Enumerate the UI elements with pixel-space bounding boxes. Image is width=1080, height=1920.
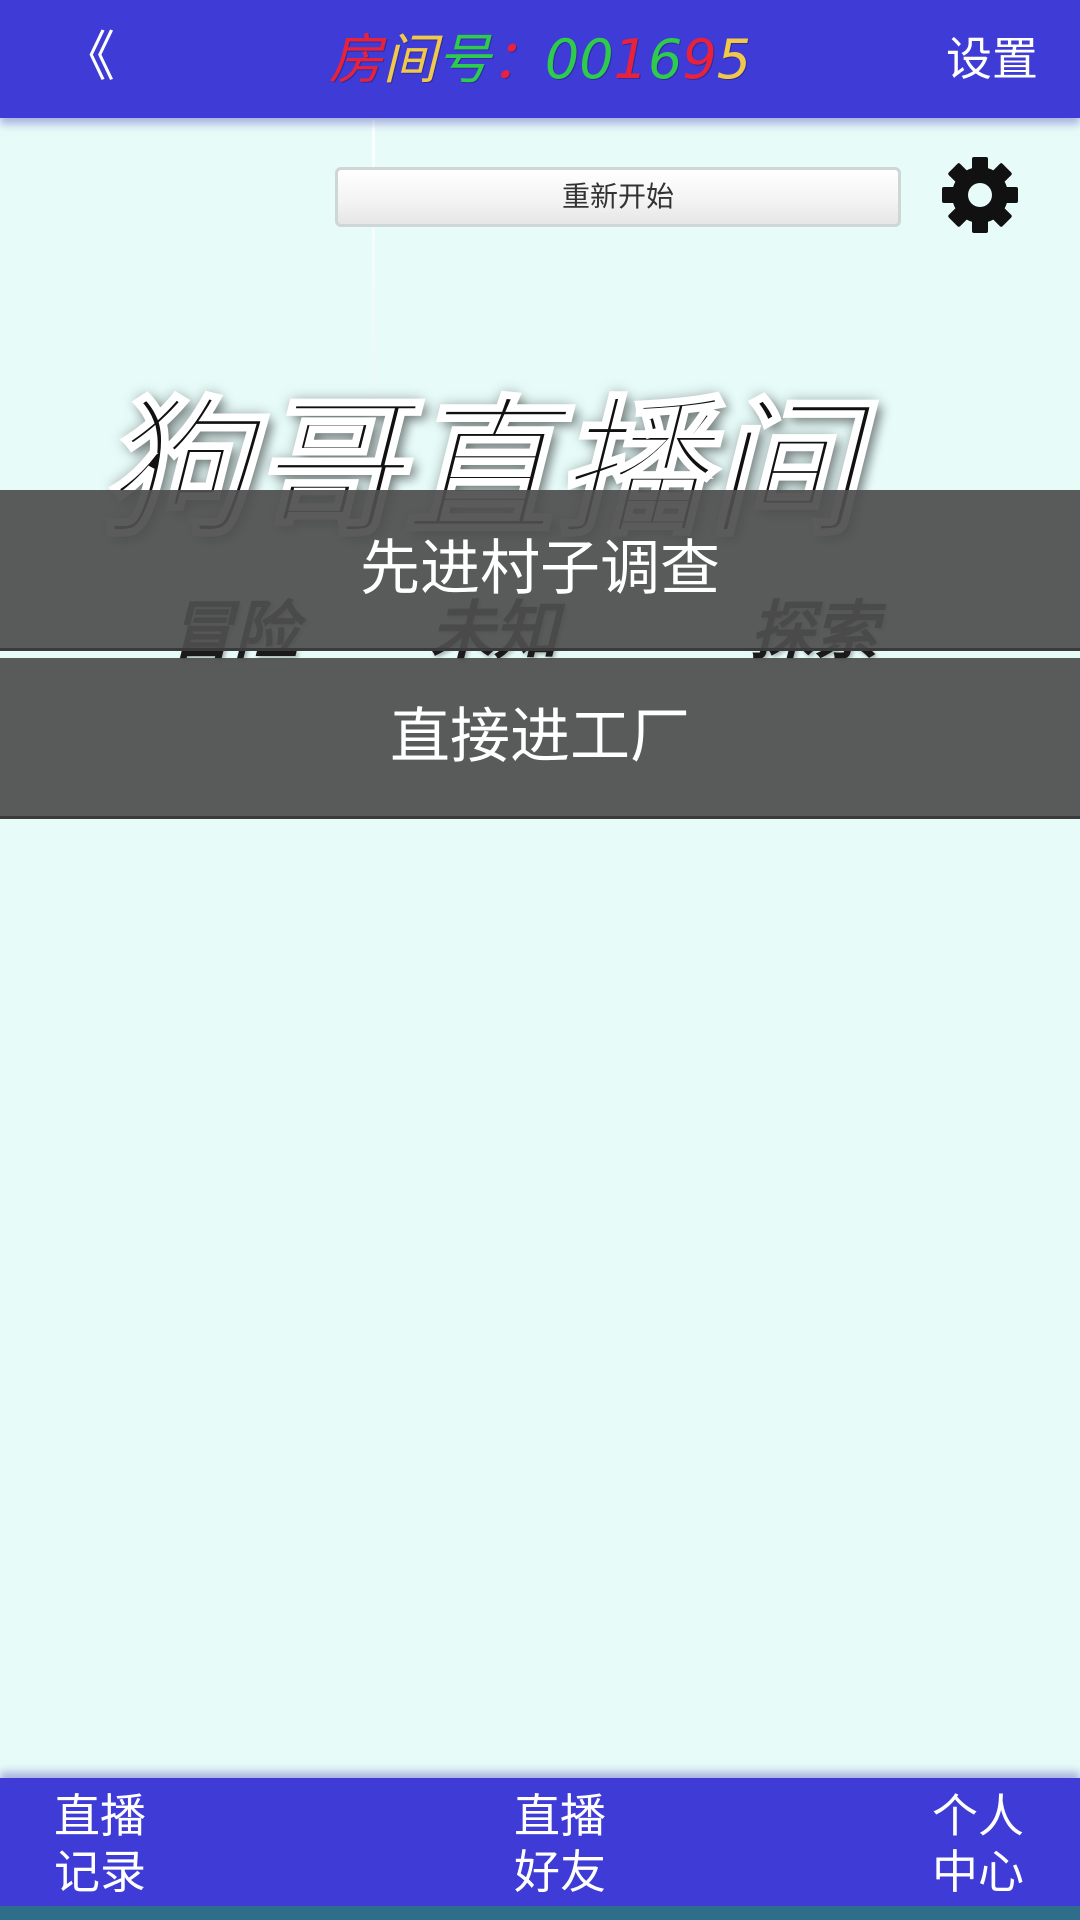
gear-icon[interactable] — [940, 152, 1020, 238]
restart-button[interactable]: 重新开始 — [335, 167, 901, 227]
nav-personal-center[interactable]: 个人 中心 — [918, 1788, 1038, 1900]
room-title-char: 号 — [436, 28, 491, 91]
room-number-title: 房间号：001695 — [320, 24, 760, 96]
bottom-nav: 直播 记录 直播 好友 个人 中心 — [0, 1778, 1080, 1906]
choice-investigate-village-button[interactable]: 先进村子调查 — [0, 490, 1080, 651]
top-bar: 《 房间号：001695 设置 — [0, 0, 1080, 118]
nav-label: 个人 — [932, 1789, 1024, 1843]
room-title-char: 间 — [382, 28, 437, 91]
nav-label: 直播 — [514, 1789, 606, 1843]
settings-button[interactable]: 设置 — [946, 26, 1038, 92]
choice-enter-factory-button[interactable]: 直接进工厂 — [0, 658, 1080, 819]
nav-label: 直播 — [54, 1789, 146, 1843]
room-title-char: 1 — [613, 28, 648, 91]
room-title-char: 0 — [544, 28, 580, 91]
room-title-char: 5 — [716, 28, 752, 91]
nav-label: 中心 — [932, 1845, 1024, 1899]
room-title-char: 6 — [648, 28, 683, 91]
nav-live-records[interactable]: 直播 记录 — [40, 1788, 160, 1900]
nav-live-friends[interactable]: 直播 好友 — [500, 1788, 620, 1900]
nav-label: 好友 — [514, 1845, 606, 1899]
nav-label: 记录 — [54, 1845, 146, 1899]
back-button[interactable]: 《 — [58, 22, 118, 92]
room-title-char: 9 — [682, 28, 717, 91]
room-title-char: 房 — [328, 28, 383, 91]
bottom-strip — [0, 1906, 1080, 1920]
room-title-char: 0 — [579, 28, 614, 91]
room-title-char: ： — [490, 28, 545, 91]
